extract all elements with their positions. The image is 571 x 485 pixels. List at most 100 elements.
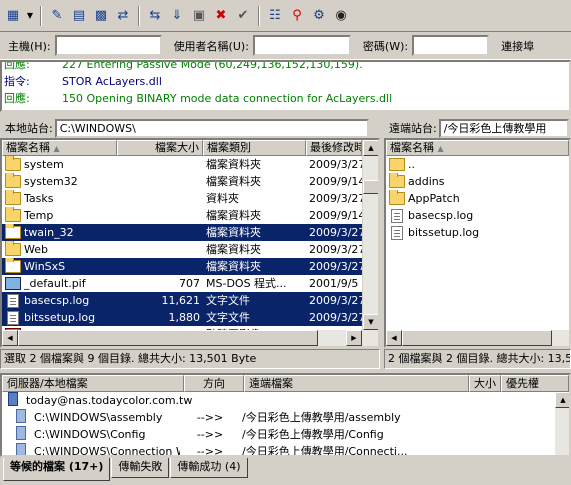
local-file-row[interactable]: bitssetup.log 1,880 文字文件 2009/3/27 <box>2 309 362 326</box>
message-log[interactable]: 回應: 227 Entering Passive Mode (60,249,136… <box>0 60 571 112</box>
filter-icon[interactable]: ☷ <box>265 5 285 27</box>
search-binoculars-icon[interactable]: ◉ <box>331 5 351 27</box>
queue-remote: /今日彩色上傳教學用/assembly <box>242 411 401 424</box>
disconnect-icon[interactable]: ✖ <box>211 5 231 27</box>
file-type: 文字文件 <box>203 309 306 326</box>
password-label: 密碼(W): <box>362 39 409 53</box>
local-col-size[interactable]: 檔案大小 <box>117 140 203 156</box>
folder-icon <box>5 173 21 188</box>
file-type: 檔案資料夾 <box>206 158 261 171</box>
folder-icon <box>5 224 21 239</box>
local-file-row[interactable]: Tasks 資料夾 2009/3/27 <box>2 190 362 207</box>
file-type: MS-DOS 程式... <box>206 277 287 290</box>
queue-vertical-scrollbar[interactable]: ▲ <box>555 392 569 455</box>
sort-arrow-icon: ▲ <box>53 144 60 153</box>
file-name-text: AppPatch <box>408 192 460 205</box>
message-log-toggle-icon[interactable]: ✎ <box>47 5 67 27</box>
local-file-list[interactable]: 檔案名稱 ▲ 檔案大小 檔案類別 最後修改時 system 檔案資料夾 2009/3… <box>0 138 380 348</box>
folder-icon <box>5 241 21 256</box>
remote-col-name[interactable]: 檔案名稱 ▲ <box>386 140 569 156</box>
queue-dir: -->> <box>196 411 224 424</box>
file-name-text: WinSxS <box>24 260 66 273</box>
queue-col-priority[interactable]: 優先權 <box>501 375 569 392</box>
scroll-thumb[interactable] <box>363 180 378 194</box>
remote-file-row[interactable]: addins <box>386 173 551 190</box>
local-file-row[interactable]: system 檔案資料夾 2009/3/27 <box>2 156 362 173</box>
folder-icon <box>5 156 21 171</box>
file-name-text: bitssetup.log <box>408 226 480 239</box>
scroll-thumb[interactable] <box>18 330 318 346</box>
local-tree-toggle-icon[interactable]: ▤ <box>69 5 89 27</box>
scroll-up-arrow-icon[interactable]: ▲ <box>363 140 378 156</box>
file-name-text: system <box>24 158 64 171</box>
process-queue-icon[interactable]: ⇓ <box>167 5 187 27</box>
file-name: addins <box>386 173 551 190</box>
transfer-file-icon <box>16 443 26 455</box>
username-input[interactable] <box>252 35 351 56</box>
scroll-right-arrow-icon[interactable]: ▶ <box>346 330 362 346</box>
remote-site-label: 遠端站台: <box>389 122 437 135</box>
local-col-date[interactable]: 最後修改時 <box>306 140 362 156</box>
folder-icon <box>5 207 21 222</box>
site-manager-icon[interactable]: ▦ <box>3 5 23 27</box>
cancel-icon[interactable]: ▣ <box>189 5 209 27</box>
local-file-row[interactable]: Temp 檔案資料夾 2009/9/14 <box>2 207 362 224</box>
scroll-left-arrow-icon[interactable]: ◀ <box>2 330 18 346</box>
file-date: 2009/3/27 <box>306 224 362 241</box>
file-date: 2009/9/14 下 <box>309 175 362 188</box>
local-file-row[interactable]: WinSxS 檔案資料夾 2009/3/27 <box>2 258 362 275</box>
remote-file-row[interactable]: bitssetup.log <box>386 224 551 241</box>
transfer-queue[interactable]: 伺服器/本地檔案 方向 遠端檔案 大小 優先權 today@nas.todayc… <box>0 373 571 457</box>
scroll-up-arrow-icon[interactable]: ▲ <box>555 392 569 408</box>
queue-tab[interactable]: 等候的檔案 (17+) <box>3 458 111 481</box>
local-col-name[interactable]: 檔案名稱 ▲ <box>2 140 117 156</box>
queue-tab[interactable]: 傳輸失敗 <box>111 458 170 478</box>
refresh-icon[interactable]: ⇆ <box>145 5 165 27</box>
folder-icon <box>389 173 405 188</box>
remote-file-list[interactable]: 檔案名稱 ▲ .. addins AppPatch basecsp.log bitsse… <box>384 138 571 348</box>
compare-icon[interactable]: ⚙ <box>309 5 329 27</box>
log-line: 回應: 227 Entering Passive Mode (60,249,136… <box>4 60 363 71</box>
file-size <box>117 190 203 207</box>
queue-col-direction[interactable]: 方向 <box>184 375 244 392</box>
host-label: 主機(H): <box>8 39 51 53</box>
local-horizontal-scrollbar[interactable]: ◀ ▶ <box>2 330 378 346</box>
remote-path-combobox[interactable]: /今日彩色上傳教學用 <box>438 118 569 138</box>
local-file-row[interactable]: basecsp.log 11,621 文字文件 2009/3/27 <box>2 292 362 309</box>
scroll-down-arrow-icon[interactable]: ▼ <box>363 314 378 330</box>
queue-col-remote[interactable]: 遠端檔案 <box>244 375 469 392</box>
reconnect-icon[interactable]: ✔ <box>233 5 253 27</box>
file-type: 檔案資料夾 <box>206 209 261 222</box>
local-path-combobox[interactable]: C:\WINDOWS\ <box>54 118 369 138</box>
queue-item-row[interactable]: C:\WINDOWS\Connection W... -->> /今日彩色上傳教學用… <box>2 443 470 455</box>
log-line: 回應: 150 Opening BINARY mode data connecti… <box>4 92 393 105</box>
local-file-row[interactable]: system32 檔案資料夾 2009/9/14 下 <box>2 173 362 190</box>
queue-item-row[interactable]: C:\WINDOWS\assembly -->> /今日彩色上傳教學用/assemb… <box>2 409 470 426</box>
host-input[interactable] <box>54 35 162 56</box>
local-file-row[interactable]: Web 檔案資料夾 2009/3/27 <box>2 241 362 258</box>
remote-tree-toggle-icon[interactable]: ▩ <box>91 5 111 27</box>
local-col-type[interactable]: 檔案類別 <box>203 140 306 156</box>
remote-horizontal-scrollbar[interactable]: ◀ <box>386 330 569 346</box>
remote-file-row[interactable]: .. <box>386 156 551 173</box>
queue-server-row[interactable]: today@nas.todaycolor.com.tw <box>2 392 194 409</box>
password-input[interactable] <box>412 35 490 56</box>
file-name: Temp <box>2 207 117 224</box>
remote-file-row[interactable]: basecsp.log <box>386 207 551 224</box>
queue-tab[interactable]: 傳輸成功 (4) <box>170 458 248 478</box>
local-file-row[interactable]: _default.pif 707 MS-DOS 程式... 2001/9/5 下 <box>2 275 362 292</box>
queue-col-local[interactable]: 伺服器/本地檔案 <box>2 375 184 392</box>
queue-col-size[interactable]: 大小 <box>469 375 501 392</box>
queue-toggle-icon[interactable]: ⇄ <box>113 5 133 27</box>
local-site-bar: 本地站台: C:\WINDOWS\ <box>0 117 380 139</box>
local-file-row[interactable]: twain_32 檔案資料夾 2009/3/27 <box>2 224 362 241</box>
site-manager-dropdown-icon[interactable]: ▼ <box>25 11 35 20</box>
scroll-thumb[interactable] <box>402 330 552 346</box>
file-name-text: basecsp.log <box>408 209 474 222</box>
queue-item-row[interactable]: C:\WINDOWS\Config -->> /今日彩色上傳教學用/Config <box>2 426 470 443</box>
remote-site-bar: 遠端站台: /今日彩色上傳教學用 <box>384 117 571 139</box>
scroll-left-arrow-icon[interactable]: ◀ <box>386 330 402 346</box>
sync-browse-icon[interactable]: ⚲ <box>287 5 307 27</box>
remote-file-row[interactable]: AppPatch <box>386 190 551 207</box>
local-vertical-scrollbar[interactable]: ▲ ▼ <box>362 140 378 330</box>
